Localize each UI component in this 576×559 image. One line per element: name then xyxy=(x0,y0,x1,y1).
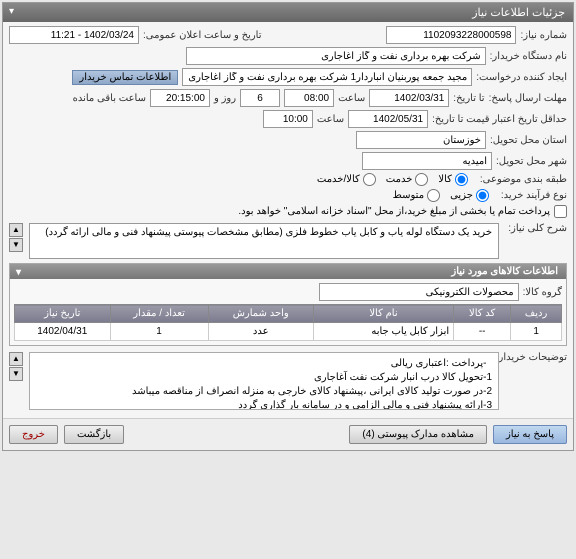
col-index: ردیف xyxy=(511,305,562,323)
need-number-input[interactable] xyxy=(386,26,516,44)
province-label: استان محل تحویل: xyxy=(490,135,567,146)
goods-section: اطلاعات کالاهای مورد نیاز ▾ گروه کالا: ر… xyxy=(9,263,567,346)
cell-name: ابزار کابل یاب جابه xyxy=(313,323,453,341)
category-radio-both[interactable]: کالا/خدمت xyxy=(317,173,376,186)
table-header-row: ردیف کد کالا نام کالا واحد شمارش تعداد /… xyxy=(15,305,562,323)
collapse-icon[interactable]: ▾ xyxy=(9,6,14,17)
deadline-time-input[interactable] xyxy=(284,89,334,107)
button-bar: پاسخ به نیاز مشاهده مدارک پیوستی (4) باز… xyxy=(3,418,573,450)
cell-unit: عدد xyxy=(208,323,313,341)
goods-title: اطلاعات کالاهای مورد نیاز xyxy=(451,266,558,277)
deadline-time-label: ساعت xyxy=(338,93,365,104)
province-input[interactable] xyxy=(356,131,486,149)
category-radio-service[interactable]: خدمت xyxy=(386,173,429,186)
contact-buyer-button[interactable]: اطلاعات تماس خریدار xyxy=(72,70,178,85)
category-radio-goods[interactable]: کالا xyxy=(438,173,468,186)
buyer-name-label: نام دستگاه خریدار: xyxy=(490,51,567,62)
process-radio-minor[interactable]: جزیی xyxy=(450,189,489,202)
credit-deadline-time-label: ساعت xyxy=(317,114,344,125)
buyer-name-input[interactable] xyxy=(186,47,486,65)
need-details-panel: جزئیات اطلاعات نیاز ▾ شماره نیاز: تاریخ … xyxy=(2,2,574,451)
notes-scroll-up-icon[interactable]: ▲ xyxy=(9,352,23,366)
process-label: نوع فرآیند خرید: xyxy=(501,190,567,201)
category-label: طبقه بندی موضوعی: xyxy=(480,174,567,185)
exit-button[interactable]: خروج xyxy=(9,425,58,444)
deadline-days-input[interactable] xyxy=(240,89,280,107)
panel-header: جزئیات اطلاعات نیاز ▾ xyxy=(3,3,573,22)
col-code: کد کالا xyxy=(454,305,511,323)
col-qty: تعداد / مقدار xyxy=(110,305,208,323)
col-date: تاریخ نیاز xyxy=(15,305,111,323)
announcement-label: تاریخ و ساعت اعلان عمومی: xyxy=(143,30,262,41)
deadline-date-input[interactable] xyxy=(369,89,449,107)
notes-scroll: ▲ ▼ xyxy=(9,352,23,381)
credit-deadline-time[interactable] xyxy=(263,110,313,128)
desc-scroll: ▲ ▼ xyxy=(9,223,23,252)
need-number-label: شماره نیاز: xyxy=(520,30,567,41)
buyer-notes-textarea[interactable] xyxy=(29,352,499,410)
announcement-input[interactable] xyxy=(9,26,139,44)
payment-checkbox[interactable] xyxy=(554,205,567,218)
group-input[interactable] xyxy=(319,283,519,301)
goods-header: اطلاعات کالاهای مورد نیاز ▾ xyxy=(10,264,566,279)
scroll-down-icon[interactable]: ▼ xyxy=(9,238,23,252)
requester-label: ایجاد کننده درخواست: xyxy=(476,72,567,83)
cell-idx: 1 xyxy=(511,323,562,341)
category-radio-group: کالا خدمت کالا/خدمت xyxy=(317,173,468,186)
col-name: نام کالا xyxy=(313,305,453,323)
buyer-notes-label: توضیحات خریدار: xyxy=(505,352,567,363)
deadline-remain-label: ساعت باقی مانده xyxy=(73,93,146,104)
deadline-remain-time[interactable] xyxy=(150,89,210,107)
goods-collapse-icon[interactable]: ▾ xyxy=(16,267,21,278)
credit-deadline-label: حداقل تاریخ اعتبار قیمت تا تاریخ: xyxy=(432,114,567,125)
goods-table: ردیف کد کالا نام کالا واحد شمارش تعداد /… xyxy=(14,304,562,341)
notes-scroll-down-icon[interactable]: ▼ xyxy=(9,367,23,381)
panel-body: شماره نیاز: تاریخ و ساعت اعلان عمومی: نا… xyxy=(3,22,573,418)
deadline-label2: تا تاریخ: xyxy=(453,93,484,104)
group-label: گروه کالا: xyxy=(523,287,562,298)
cell-date: 1402/04/31 xyxy=(15,323,111,341)
desc-label: شرح کلی نیاز: xyxy=(505,223,567,234)
table-row[interactable]: 1 -- ابزار کابل یاب جابه عدد 1 1402/04/3… xyxy=(15,323,562,341)
process-radio-medium[interactable]: متوسط xyxy=(393,189,440,202)
deadline-label: مهلت ارسال پاسخ: xyxy=(489,93,567,104)
requester-input[interactable] xyxy=(182,68,472,86)
panel-title: جزئیات اطلاعات نیاز xyxy=(472,7,565,19)
respond-button[interactable]: پاسخ به نیاز xyxy=(493,425,567,444)
deadline-day-label: روز و xyxy=(214,93,236,104)
payment-note: پرداخت تمام یا بخشی از مبلغ خرید،از محل … xyxy=(238,206,550,217)
city-input[interactable] xyxy=(362,152,492,170)
cell-qty: 1 xyxy=(110,323,208,341)
process-radio-group: جزیی متوسط xyxy=(393,189,489,202)
desc-textarea[interactable] xyxy=(29,223,499,259)
credit-deadline-date[interactable] xyxy=(348,110,428,128)
attachments-button[interactable]: مشاهده مدارک پیوستی (4) xyxy=(349,425,487,444)
back-button[interactable]: بازگشت xyxy=(64,425,124,444)
col-unit: واحد شمارش xyxy=(208,305,313,323)
scroll-up-icon[interactable]: ▲ xyxy=(9,223,23,237)
cell-code: -- xyxy=(454,323,511,341)
city-label: شهر محل تحویل: xyxy=(496,156,567,167)
